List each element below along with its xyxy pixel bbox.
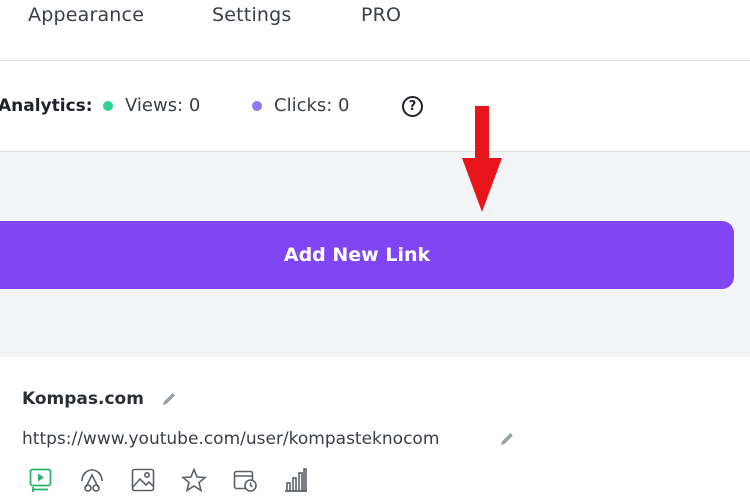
star-icon[interactable] [181,467,207,493]
question-circle-icon[interactable]: ? [402,96,423,117]
red-arrow-down-icon [462,106,502,212]
pencil-icon[interactable] [161,391,177,407]
clicks-dot-icon [252,100,262,111]
schedule-clock-icon[interactable] [232,467,258,493]
views-dot-icon [103,100,113,111]
link-card: Kompas.com https://www.youtube.com/user/… [0,357,750,500]
linktree-admin: Appearance Settings PRO Analytics: Views… [0,0,750,500]
tab-pro[interactable]: PRO [361,4,401,26]
analytics-label: Analytics: [0,96,93,116]
top-tabs: Appearance Settings PRO [0,0,750,61]
animation-icon[interactable] [79,467,105,493]
views-stat: Views: 0 [103,95,200,116]
tab-appearance[interactable]: Appearance [28,4,144,26]
clicks-stat: Clicks: 0 [252,95,350,116]
analytics-bar: Analytics: Views: 0 Clicks: 0 ? [0,61,750,152]
tab-settings[interactable]: Settings [212,4,292,26]
pencil-icon[interactable] [499,431,515,447]
link-title[interactable]: Kompas.com [22,389,144,409]
clicks-count: Clicks: 0 [274,95,350,116]
link-tools [28,467,334,493]
thumbnail-image-icon[interactable] [130,467,156,493]
video-embed-icon[interactable] [28,467,54,493]
analytics-bars-icon[interactable] [283,467,309,493]
add-new-link-button[interactable]: Add New Link [0,221,734,289]
views-count: Views: 0 [125,95,201,116]
link-url[interactable]: https://www.youtube.com/user/kompastekno… [22,429,439,449]
